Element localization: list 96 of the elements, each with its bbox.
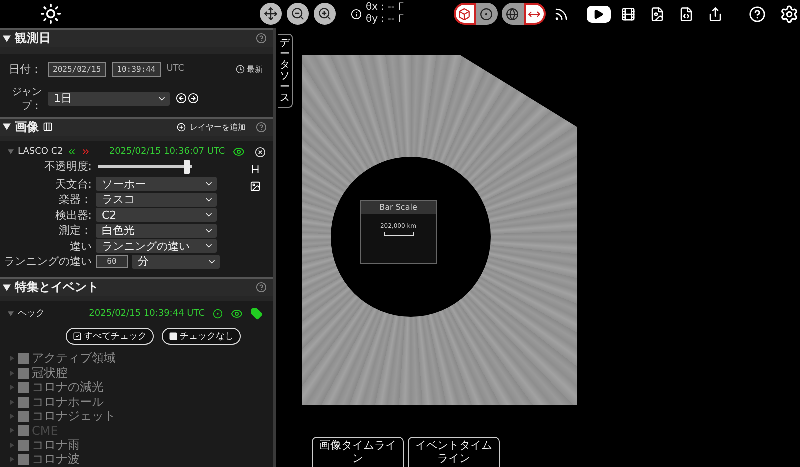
globe-icon	[506, 8, 520, 20]
collapse-triangle-icon[interactable]	[3, 34, 11, 42]
heading-icon[interactable]	[250, 164, 261, 176]
checked-box-icon	[73, 332, 82, 342]
slider-thumb[interactable]	[184, 160, 190, 174]
checkbox[interactable]	[18, 440, 29, 451]
event-type-label[interactable]: アクティブ領域	[32, 350, 116, 368]
dropdown-select[interactable]: C2	[96, 208, 217, 222]
coordinate-readout: θx : -- Γ	[366, 2, 404, 14]
event-type-label[interactable]: コロナ波	[32, 451, 80, 467]
code-file-icon[interactable]	[678, 6, 694, 22]
cube-icon	[458, 8, 472, 20]
target-icon	[480, 8, 494, 20]
checkbox[interactable]	[18, 454, 29, 466]
checkbox[interactable]	[18, 382, 29, 394]
rewind-icon[interactable]	[67, 147, 78, 158]
event-source-name: ヘック	[18, 308, 45, 320]
checkbox[interactable]	[18, 368, 29, 379]
event-type-label[interactable]: コロナジェット	[32, 408, 116, 426]
event-type-label[interactable]: コロナホール	[32, 394, 104, 411]
scale-bar	[384, 232, 414, 236]
zoom-in-icon	[318, 7, 332, 21]
checkbox[interactable]	[18, 353, 29, 364]
settings-icon[interactable]	[780, 4, 799, 24]
section-title: 画像	[15, 118, 39, 136]
image-file-icon[interactable]	[650, 6, 665, 22]
check-none-button[interactable]: チェックなし	[162, 328, 241, 346]
tag-icon[interactable]	[251, 308, 263, 320]
collapse-triangle-icon[interactable]	[3, 123, 11, 132]
image-icon[interactable]	[250, 181, 261, 192]
scale-title: Bar Scale	[361, 201, 436, 214]
field-label: 検出器:	[54, 208, 92, 223]
info-icon	[351, 8, 362, 20]
checkbox[interactable]	[18, 411, 29, 422]
timeline-tab[interactable]: 画像タイムライン	[312, 437, 404, 467]
field-label: 測定：	[58, 223, 92, 238]
play-icon	[593, 8, 604, 20]
width-button[interactable]	[524, 3, 546, 25]
field-label: ランニングの違い	[3, 254, 92, 270]
add-layer-link[interactable]: レイヤーを追加	[190, 122, 246, 133]
status-dot-icon	[213, 308, 223, 319]
section-title: 特集とイベント	[15, 279, 99, 296]
section-header[interactable]: 画像 レイヤーを追加	[0, 116, 273, 136]
move-icon	[264, 7, 278, 21]
field-label: 違い	[69, 238, 92, 254]
dropdown-select[interactable]: ソーホー	[96, 177, 217, 192]
time-field[interactable]: 10:39:44	[112, 62, 161, 77]
checkbox[interactable]	[18, 396, 29, 408]
data-sources-tab[interactable]: データソース	[278, 34, 293, 108]
unit-select[interactable]: 分	[132, 254, 220, 269]
eye-icon[interactable]	[233, 146, 246, 158]
sun-icon[interactable]	[40, 3, 62, 25]
clock-icon	[236, 64, 245, 74]
timeline-tab[interactable]: イベントタイムライン	[408, 437, 500, 467]
columns-icon	[43, 122, 53, 132]
event-type-label[interactable]: 冠状腔	[32, 364, 68, 382]
dropdown-select[interactable]: 白色光	[96, 224, 217, 238]
field-label: 楽器：	[58, 192, 92, 208]
section-title: 観測日	[15, 30, 51, 47]
dropdown-select[interactable]: ランニングの違い	[96, 239, 217, 254]
eye-icon[interactable]	[231, 308, 243, 320]
layer-timestamp: 2025/02/15 10:36:07 UTC	[109, 147, 226, 158]
zoom-in-button[interactable]	[314, 3, 336, 25]
target-button[interactable]	[476, 3, 498, 25]
date-label: 日付：	[8, 62, 42, 77]
zoom-out-icon	[291, 7, 305, 21]
remove-icon[interactable]	[255, 146, 266, 158]
timezone-label: UTC	[166, 64, 185, 74]
rss-icon[interactable]	[554, 6, 569, 22]
latest-link[interactable]: 最新	[247, 64, 263, 75]
jump-label: ジャンプ：	[11, 86, 42, 113]
date-field[interactable]: 2025/02/15	[48, 62, 106, 77]
running-value-field[interactable]: 60	[96, 255, 128, 268]
event-type-label[interactable]: コロナ雨	[32, 436, 80, 454]
add-icon	[177, 122, 186, 132]
dropdown-select[interactable]: ラスコ	[96, 192, 217, 207]
event-timestamp: 2025/02/15 10:39:44 UTC	[89, 308, 205, 319]
cube-button[interactable]	[454, 3, 476, 25]
empty-box-icon	[169, 332, 178, 342]
fast-forward-icon[interactable]	[81, 147, 92, 158]
film-icon[interactable]	[620, 6, 636, 22]
pan-button[interactable]	[260, 3, 282, 25]
collapse-triangle-icon[interactable]	[3, 284, 11, 292]
section-header[interactable]: 特集とイベント	[0, 277, 273, 296]
play-button[interactable]	[586, 6, 611, 22]
share-icon[interactable]	[708, 6, 723, 22]
event-type-label[interactable]: コロナの減光	[32, 379, 104, 396]
check-all-button[interactable]: すべてチェック	[66, 328, 154, 346]
globe-button[interactable]	[502, 3, 524, 25]
field-label: 天文台:	[54, 176, 92, 192]
layer-name: LASCO C2	[18, 147, 64, 158]
jump-select[interactable]: 1日	[48, 92, 170, 106]
zoom-out-button[interactable]	[287, 3, 309, 25]
opacity-label: 不透明度:	[43, 159, 92, 174]
section-header[interactable]: 観測日	[0, 28, 273, 47]
coordinate-readout: θy : -- Γ	[366, 14, 404, 26]
